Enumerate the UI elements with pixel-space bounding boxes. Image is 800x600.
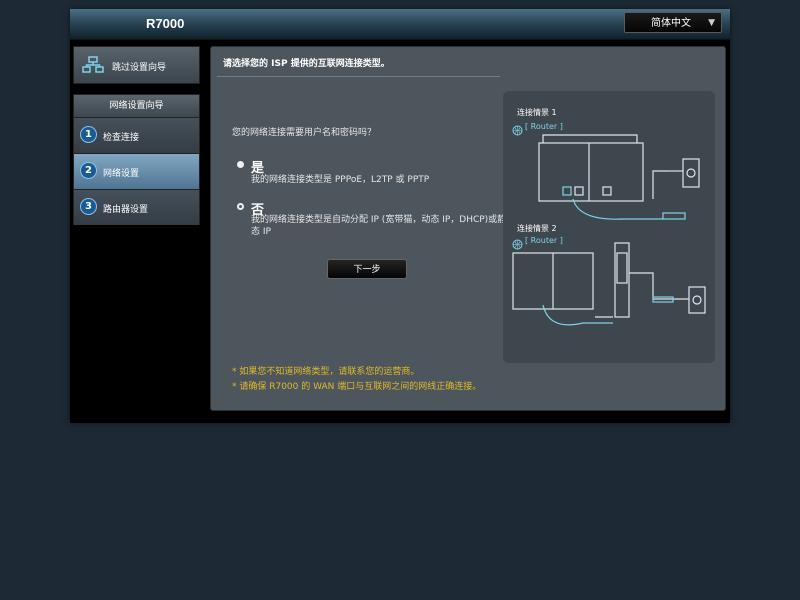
skip-wizard-button[interactable]: 跳过设置向导 xyxy=(73,46,200,84)
router-tag: [ Router ] xyxy=(525,236,563,245)
content-panel: 请选择您的 ISP 提供的互联网连接类型。 您的网络连接需要用户名和密码吗？ 是… xyxy=(210,46,726,411)
option-description: 我的网络连接类型是自动分配 IP (宽带猫，动态 IP，DHCP)或静态 IP xyxy=(251,215,507,237)
step-number: 2 xyxy=(80,162,97,179)
step-label: 检查连接 xyxy=(103,133,140,143)
step-label: 网络设置 xyxy=(103,169,140,179)
step-number: 1 xyxy=(80,126,97,143)
note-line: * 请确保 R7000 的 WAN 端口与互联网之间的网线正确连接。 xyxy=(232,382,482,392)
page-title: 请选择您的 ISP 提供的互联网连接类型。 xyxy=(223,59,390,69)
note-line: * 如果您不知道网络类型，请联系您的运营商。 xyxy=(232,367,420,377)
scenario-2-label: 连接情景 2 xyxy=(517,224,557,233)
step-number: 3 xyxy=(80,198,97,215)
title-divider xyxy=(217,76,500,77)
step-router-settings[interactable]: 3 路由器设置 xyxy=(74,190,199,225)
auth-question: 您的网络连接需要用户名和密码吗？ xyxy=(232,128,377,138)
router-model: R7000 xyxy=(146,16,185,31)
globe-icon xyxy=(512,235,523,254)
next-button[interactable]: 下一步 xyxy=(327,259,407,279)
chevron-down-icon: ▼ xyxy=(708,18,715,28)
radio-selected-icon[interactable] xyxy=(237,161,244,168)
step-check-connection[interactable]: 1 检查连接 xyxy=(74,118,199,154)
wizard-title: 网络设置向导 xyxy=(74,95,199,118)
notes: * 如果您不知道网络类型，请联系您的运营商。 * 请确保 R7000 的 WAN… xyxy=(232,365,481,395)
step-network-settings[interactable]: 2 网络设置 xyxy=(74,154,199,190)
top-bar: R7000 简体中文 ▼ xyxy=(70,9,730,40)
skip-wizard-label: 跳过设置向导 xyxy=(112,63,167,73)
network-icon xyxy=(82,56,104,77)
router-setup-window: R7000 简体中文 ▼ 跳过设置向导 网络设置向导 1 检查连接 2 网络设置 xyxy=(70,9,730,423)
option-description: 我的网络连接类型是 PPPoE，L2TP 或 PPTP xyxy=(251,175,430,185)
connection-diagram: 连接情景 1 [ Router ] 连接情景 2 [Router] xyxy=(503,91,715,363)
step-label: 路由器设置 xyxy=(103,205,149,215)
language-label: 简体中文 xyxy=(651,18,691,29)
language-select[interactable]: 简体中文 ▼ xyxy=(624,12,722,33)
radio-unselected-icon[interactable] xyxy=(237,203,244,210)
wizard-steps: 网络设置向导 1 检查连接 2 网络设置 3 路由器设置 xyxy=(73,94,200,225)
